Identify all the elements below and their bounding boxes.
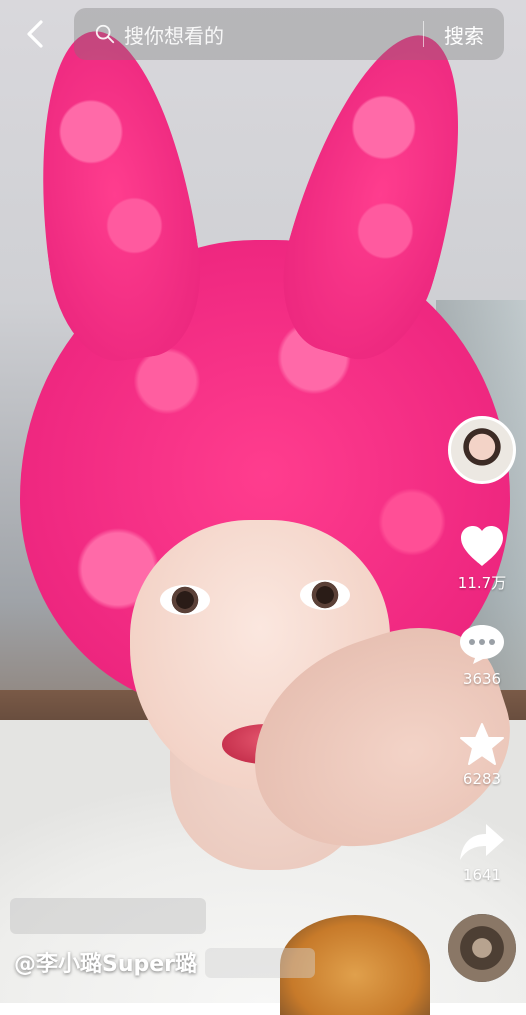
magnifier-icon [95, 24, 115, 44]
share-arrow-icon [460, 824, 504, 860]
comment-count: 3636 [462, 670, 502, 688]
like-button[interactable]: 11.7万 [447, 524, 517, 593]
search-button[interactable]: 搜索 [424, 20, 504, 49]
share-button[interactable]: 1641 [447, 822, 517, 884]
like-count: 11.7万 [457, 574, 507, 592]
author-avatar[interactable] [448, 416, 516, 484]
author-name[interactable]: @李小璐Super璐 [14, 946, 197, 978]
comment-button[interactable]: 3636 [447, 622, 517, 688]
favorite-count: 6283 [462, 770, 502, 788]
share-count: 1641 [462, 866, 502, 884]
search-input[interactable]: 搜你想看的 [124, 20, 423, 49]
comment-bubble-icon [460, 625, 504, 664]
blurred-caption-secondary [205, 948, 315, 978]
blurred-caption [10, 898, 206, 934]
chevron-left-icon [27, 20, 43, 48]
favorite-button[interactable]: 6283 [447, 722, 517, 788]
star-icon [460, 723, 504, 765]
heart-icon [461, 526, 503, 566]
eye-left [160, 585, 210, 615]
music-disc[interactable] [448, 914, 516, 982]
back-button[interactable] [20, 16, 50, 52]
eye-right [300, 580, 350, 610]
search-bar[interactable]: 搜你想看的 搜索 [74, 8, 504, 60]
